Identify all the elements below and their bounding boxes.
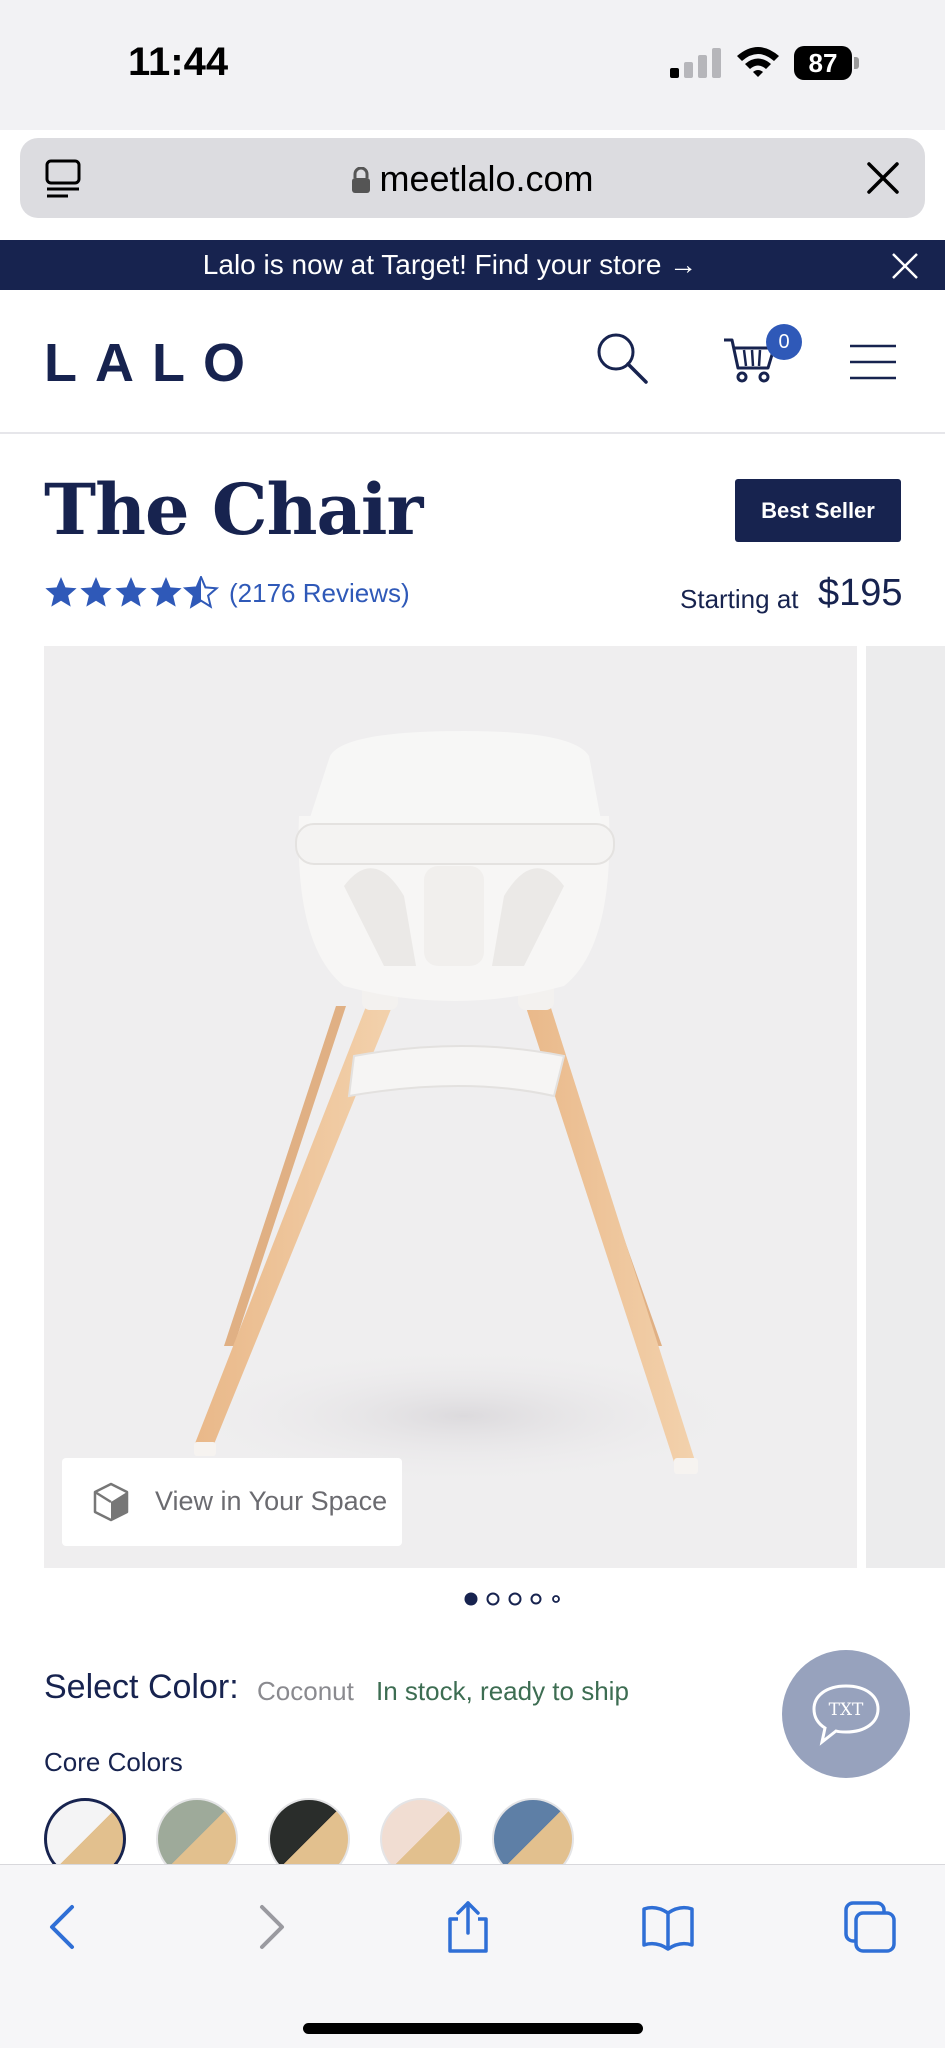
price: $195: [818, 572, 903, 614]
address-bar[interactable]: meetlalo.com: [20, 138, 925, 218]
browser-toolbar: [0, 1864, 945, 2048]
site-header: LALO 0: [0, 290, 945, 434]
stock-status: In stock, ready to ship: [376, 1676, 629, 1706]
status-bar: 11:44 87: [0, 0, 945, 130]
swatch-coconut[interactable]: [44, 1798, 126, 1864]
view-in-space-button[interactable]: View in Your Space: [62, 1458, 402, 1546]
rating-stars-icon[interactable]: [44, 576, 222, 610]
swatch-sage[interactable]: [156, 1798, 238, 1864]
gallery-dot[interactable]: [464, 1592, 478, 1606]
gallery-dot[interactable]: [530, 1593, 542, 1605]
battery-level: 87: [794, 46, 852, 80]
promo-banner[interactable]: Lalo is now at Target! Find your store →: [0, 240, 945, 290]
promo-link[interactable]: Lalo is now at Target! Find your store →: [0, 249, 900, 281]
swatch-grapefruit[interactable]: [380, 1798, 462, 1864]
home-indicator[interactable]: [303, 2023, 643, 2034]
cart-count-badge: 0: [766, 324, 802, 360]
bookmarks-icon[interactable]: [640, 1899, 696, 1955]
swatch-blueberry[interactable]: [492, 1798, 574, 1864]
status-time: 11:44: [128, 40, 229, 84]
gallery-pagination[interactable]: [460, 1589, 570, 1609]
gallery-dot[interactable]: [508, 1592, 522, 1606]
chat-bubble-icon: TXT: [812, 1684, 880, 1746]
url-field[interactable]: meetlalo.com: [20, 158, 925, 200]
share-icon[interactable]: [440, 1899, 496, 1955]
gallery-dot[interactable]: [552, 1595, 560, 1603]
url-text: meetlalo.com: [379, 158, 594, 199]
cube-ar-icon: [93, 1482, 129, 1522]
product-image[interactable]: View in Your Space: [44, 646, 857, 1568]
logo[interactable]: LALO: [44, 332, 263, 394]
next-product-image[interactable]: [866, 646, 945, 1568]
lock-icon: [352, 167, 371, 193]
forward-icon[interactable]: [242, 1899, 298, 1955]
search-icon[interactable]: [594, 330, 650, 386]
gallery-dot[interactable]: [486, 1592, 500, 1606]
swatch-licorice[interactable]: [268, 1798, 350, 1864]
close-icon[interactable]: [889, 250, 921, 282]
tabs-icon[interactable]: [842, 1899, 898, 1955]
reviews-link[interactable]: (2176 Reviews): [229, 578, 410, 609]
select-color-label: Select Color:: [44, 1668, 239, 1706]
chat-label: TXT: [829, 1700, 864, 1720]
selected-color-name: Coconut: [257, 1676, 354, 1706]
battery-icon: 87: [794, 46, 860, 80]
page-title: The Chair: [44, 468, 423, 551]
wifi-icon: [737, 47, 779, 77]
best-seller-badge: Best Seller: [735, 479, 901, 542]
cellular-signal-icon: [670, 48, 721, 78]
chat-button[interactable]: TXT: [782, 1650, 910, 1778]
view-in-space-label: View in Your Space: [155, 1486, 388, 1516]
back-icon[interactable]: [36, 1899, 92, 1955]
close-icon[interactable]: [863, 158, 903, 198]
high-chair-image: [174, 731, 754, 1486]
menu-icon[interactable]: [848, 342, 898, 382]
color-swatches: [44, 1798, 604, 1864]
core-colors-label: Core Colors: [44, 1747, 183, 1777]
starting-at-label: Starting at: [680, 584, 799, 614]
